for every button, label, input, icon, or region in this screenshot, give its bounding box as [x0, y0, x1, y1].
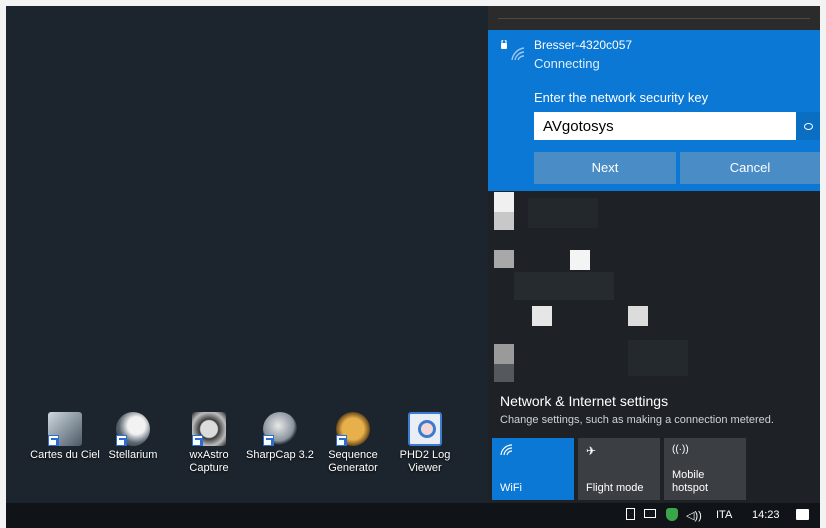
shortcut-arrow-icon: [116, 435, 127, 446]
hotspot-icon: ((·)): [672, 444, 689, 455]
pixel-block: [494, 192, 514, 212]
hotspot-label-line2: hotspot: [672, 482, 709, 494]
wxastro-capture-icon: [192, 412, 226, 446]
network-settings-link[interactable]: Network & Internet settings: [500, 393, 668, 409]
airplane-icon: ✈: [586, 444, 597, 458]
phd2-log-viewer-icon: [408, 412, 442, 446]
mobile-hotspot-label: Mobile hotspot: [672, 469, 708, 495]
shortcut-arrow-icon: [192, 435, 203, 446]
pixel-block: [494, 250, 514, 268]
network-icon[interactable]: [644, 509, 656, 518]
pixel-block: [532, 306, 552, 326]
pixel-block: [494, 364, 514, 382]
reveal-password-button[interactable]: [796, 112, 820, 140]
volume-icon[interactable]: ◁)): [686, 509, 702, 522]
mobile-hotspot-tile[interactable]: ((·)) Mobile hotspot: [664, 438, 746, 500]
screenshot-border: [820, 0, 826, 528]
clock[interactable]: 14:23: [752, 509, 780, 521]
taskbar: ◁)) ITA 14:23: [0, 503, 826, 528]
connection-status: Connecting: [534, 56, 600, 71]
desktop-icon-label: Cartes du Ciel: [30, 449, 100, 461]
shortcut-arrow-icon: [48, 435, 59, 446]
cartes-du-ciel-icon: [48, 412, 82, 446]
network-settings-description: Change settings, such as making a connec…: [500, 414, 774, 426]
security-key-label: Enter the network security key: [534, 90, 709, 105]
pixel-block: [514, 272, 614, 300]
sharpcap-icon: [263, 412, 297, 446]
desktop-icon-wxastro-capture[interactable]: wxAstro Capture: [174, 412, 244, 475]
screenshot-border: [0, 0, 826, 6]
flight-mode-tile[interactable]: ✈ Flight mode: [578, 438, 660, 500]
desktop-icon-label: Stellarium: [108, 449, 158, 461]
pixel-block: [628, 306, 648, 326]
desktop-icon-sharpcap[interactable]: SharpCap 3.2: [245, 412, 315, 462]
pixel-block: [570, 250, 590, 270]
magnifier-icon: [418, 420, 436, 438]
next-button[interactable]: Next: [534, 152, 676, 184]
desktop-icon-label: wxAstro Capture: [189, 449, 229, 474]
pixel-block: [494, 344, 514, 364]
desktop-icon-cartes-du-ciel[interactable]: Cartes du Ciel: [30, 412, 100, 462]
language-indicator[interactable]: ITA: [716, 509, 732, 521]
action-center-icon[interactable]: [796, 509, 809, 520]
desktop-icon-stellarium[interactable]: Stellarium: [98, 412, 168, 462]
wifi-toggle-tile[interactable]: WiFi: [492, 438, 574, 500]
desktop-icon-label: PHD2 Log Viewer: [399, 449, 451, 474]
network-name: Bresser-4320c057: [534, 38, 633, 52]
desktop-icon-phd2-log-viewer[interactable]: PHD2 Log Viewer: [390, 412, 460, 475]
eye-icon: [804, 123, 813, 130]
screenshot-border: [0, 0, 6, 528]
usb-device-icon[interactable]: [626, 508, 635, 520]
network-connect-panel[interactable]: Bresser-4320c057 Connecting Enter the ne…: [488, 30, 820, 191]
shortcut-arrow-icon: [263, 435, 274, 446]
shortcut-arrow-icon: [336, 435, 347, 446]
cancel-button[interactable]: Cancel: [680, 152, 820, 184]
security-shield-icon[interactable]: [666, 508, 678, 521]
screen: Cartes du Ciel Stellarium wxAstro Captur…: [0, 0, 826, 528]
wifi-icon: [500, 444, 513, 456]
divider: [498, 18, 810, 19]
pixel-block: [494, 212, 514, 230]
sequence-generator-icon: [336, 412, 370, 446]
desktop-icon-label: SharpCap 3.2: [246, 449, 314, 461]
pixel-block: [528, 198, 598, 228]
desktop-icon-label: Sequence Generator: [328, 449, 378, 474]
security-key-input[interactable]: AVgotosys: [534, 112, 796, 140]
network-flyout: Bresser-4320c057 Connecting Enter the ne…: [488, 0, 820, 503]
hotspot-label-line1: Mobile: [672, 469, 705, 481]
stellarium-icon: [116, 412, 150, 446]
desktop-icon-sequence-generator[interactable]: Sequence Generator: [318, 412, 388, 475]
pixel-block: [628, 340, 688, 376]
wifi-tile-label: WiFi: [500, 482, 522, 494]
secured-wifi-icon: [501, 40, 525, 61]
flight-mode-label: Flight mode: [586, 482, 644, 494]
